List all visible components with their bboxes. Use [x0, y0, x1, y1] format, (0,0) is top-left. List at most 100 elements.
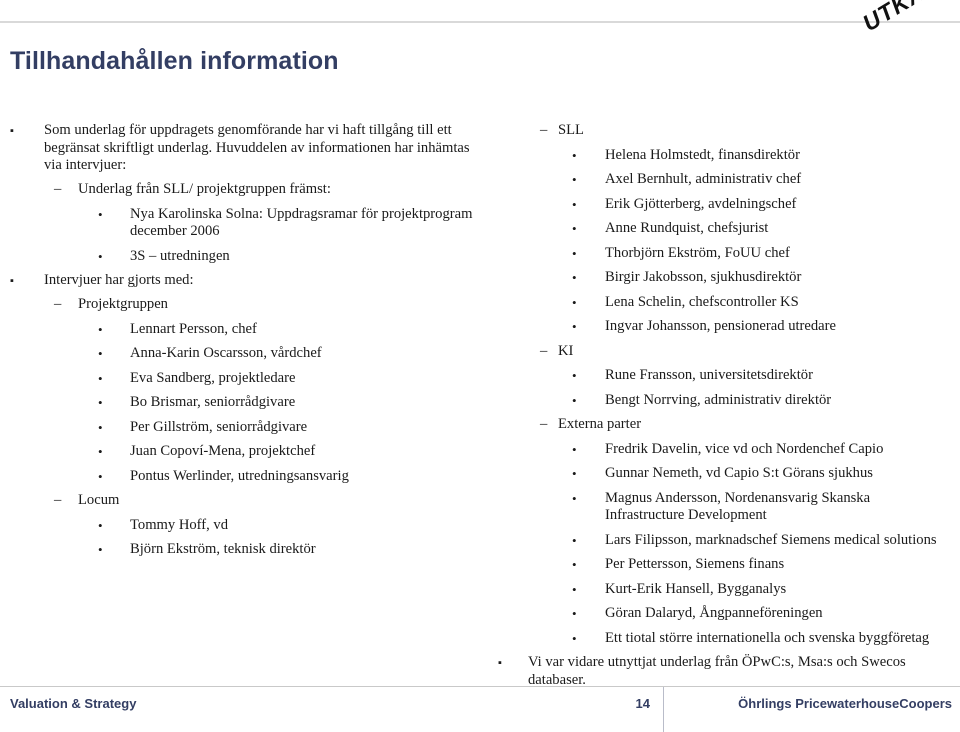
right-column-item-text: Bengt Norrving, administrativ direktör	[605, 391, 832, 408]
round-bullet-icon: •	[98, 321, 103, 337]
dash-bullet-icon: –	[540, 122, 548, 138]
left-column-item: – Locum	[10, 492, 480, 510]
right-column-item: ▪ Vi var vidare utnyttjat underlag från Ö…	[498, 654, 953, 689]
right-column-item: • Birgir Jakobsson, sjukhusdirektör	[498, 269, 953, 287]
right-column-item: – KI	[498, 343, 953, 361]
right-column-item: • Bengt Norrving, administrativ direktör	[498, 392, 953, 410]
round-bullet-icon: •	[572, 196, 577, 212]
right-column-item-text: Lena Schelin, chefscontroller KS	[605, 293, 799, 310]
left-column-item-text: Eva Sandberg, projektledare	[130, 369, 296, 386]
left-column-item: • Lennart Persson, chef	[10, 321, 480, 339]
right-column-item: • Göran Dalaryd, Ångpanneföreningen	[498, 605, 953, 623]
left-column-item-text: Underlag från SLL/ projektgruppen främst…	[78, 181, 331, 197]
dash-bullet-icon: –	[540, 342, 548, 359]
dash-bullet-icon: –	[540, 416, 548, 432]
left-column-item-text: Lennart Persson, chef	[130, 320, 257, 337]
right-column-item-text: Per Pettersson, Siemens finans	[605, 556, 785, 572]
left-column-item: • Tommy Hoff, vd	[10, 517, 480, 535]
draft-watermark: UTKAST	[848, 0, 958, 60]
left-column-item-text: 3S – utredningen	[130, 247, 230, 264]
left-column-item-text: Bo Brismar, seniorrådgivare	[130, 394, 296, 410]
draft-watermark-label: UTKAST	[858, 0, 957, 37]
left-column-item-text: Projektgruppen	[78, 296, 168, 312]
round-bullet-icon: •	[572, 270, 577, 285]
right-column-item: • Kurt-Erik Hansell, Bygganalys	[498, 581, 953, 599]
right-column-item: – SLL	[498, 122, 953, 140]
right-column-item-text: Anne Rundquist, chefsjurist	[605, 220, 769, 236]
right-column-item: • Rune Fransson, universitetsdirektör	[498, 367, 953, 385]
left-column-item: – Underlag från SLL/ projektgruppen främs…	[10, 181, 480, 199]
round-bullet-icon: •	[572, 557, 577, 572]
left-column-item-text: Anna-Karin Oscarsson, vårdchef	[130, 345, 322, 361]
footer-company-label: Öhrlings PricewaterhouseCoopers	[738, 696, 952, 711]
right-column-item: • Axel Bernhult, administrativ chef	[498, 171, 953, 189]
right-content-column: – SLL • Helena Holmstedt, finansdirektör • Ax…	[498, 122, 953, 696]
right-column-item-text: KI	[558, 342, 574, 359]
right-column-item-text: Ett tiotal större internationella och sv…	[605, 629, 930, 646]
left-content-column: ▪ Som underlag för uppdragets genomförand…	[10, 122, 480, 566]
square-bullet-icon: ▪	[10, 275, 14, 287]
left-column-item: • Nya Karolinska Solna: Uppdragsramar för…	[10, 206, 480, 241]
round-bullet-icon: •	[572, 392, 577, 408]
right-column-item-text: SLL	[558, 122, 584, 138]
left-column-item-text: Björn Ekström, teknisk direktör	[130, 541, 316, 557]
left-column-item: ▪ Intervjuer har gjorts med:	[10, 272, 480, 290]
right-column-item-text: Vi var vidare utnyttjat underlag från ÖP…	[528, 654, 906, 688]
right-column-item-text: Birgir Jakobsson, sjukhusdirektör	[605, 269, 802, 285]
left-column-item-text: Pontus Werlinder, utredningsansvarig	[130, 467, 349, 484]
page-footer: Valuation & Strategy 14 Öhrlings Pricewa…	[0, 687, 960, 732]
left-column-item-text: Tommy Hoff, vd	[130, 516, 229, 533]
round-bullet-icon: •	[98, 370, 103, 386]
right-column-item: • Ett tiotal större internationella och s…	[498, 630, 953, 648]
left-column-item-text: Locum	[78, 492, 120, 508]
round-bullet-icon: •	[572, 221, 577, 236]
right-column-item: • Anne Rundquist, chefsjurist	[498, 220, 953, 238]
left-column-item: • Bo Brismar, seniorrådgivare	[10, 394, 480, 412]
right-column-item: • Per Pettersson, Siemens finans	[498, 556, 953, 574]
round-bullet-icon: •	[572, 532, 577, 548]
left-column-item: ▪ Som underlag för uppdragets genomförand…	[10, 122, 480, 175]
left-column-item: • Juan Copoví-Mena, projektchef	[10, 443, 480, 461]
right-column-item-text: Göran Dalaryd, Ångpanneföreningen	[605, 605, 823, 621]
right-column-item: • Erik Gjötterberg, avdelningschef	[498, 196, 953, 214]
round-bullet-icon: •	[572, 319, 577, 334]
round-bullet-icon: •	[572, 466, 577, 481]
right-column-item: • Gunnar Nemeth, vd Capio S:t Görans sjuk…	[498, 465, 953, 483]
dash-bullet-icon: –	[54, 492, 62, 508]
left-column-item-text: Nya Karolinska Solna: Uppdragsramar för …	[130, 205, 473, 240]
square-bullet-icon: ▪	[10, 125, 14, 137]
right-column-item: • Magnus Andersson, Nordenansvarig Skansk…	[498, 490, 953, 525]
right-column-item-text: Ingvar Johansson, pensionerad utredare	[605, 318, 836, 334]
right-column-item-text: Erik Gjötterberg, avdelningschef	[605, 195, 797, 212]
square-bullet-icon: ▪	[498, 657, 502, 669]
left-column-item-text: Som underlag för uppdragets genomförande…	[44, 122, 470, 173]
right-column-item: • Lena Schelin, chefscontroller KS	[498, 294, 953, 312]
round-bullet-icon: •	[98, 419, 103, 435]
left-column-item: • Eva Sandberg, projektledare	[10, 370, 480, 388]
round-bullet-icon: •	[572, 368, 577, 383]
round-bullet-icon: •	[98, 517, 103, 533]
round-bullet-icon: •	[572, 606, 577, 621]
round-bullet-icon: •	[98, 248, 103, 264]
left-column-item: • Anna-Karin Oscarsson, vårdchef	[10, 345, 480, 363]
footer-page-number: 14	[635, 696, 650, 711]
round-bullet-icon: •	[572, 441, 577, 457]
slide-body: ▪ Som underlag för uppdragets genomförand…	[0, 122, 960, 688]
round-bullet-icon: •	[572, 630, 577, 646]
right-column-item: • Helena Holmstedt, finansdirektör	[498, 147, 953, 165]
footer-department-label: Valuation & Strategy	[10, 696, 137, 711]
round-bullet-icon: •	[572, 245, 577, 261]
right-column-item: – Externa parter	[498, 416, 953, 434]
round-bullet-icon: •	[572, 294, 577, 310]
right-column-item: • Ingvar Johansson, pensionerad utredare	[498, 318, 953, 336]
right-column-item: • Lars Filipsson, marknadschef Siemens me…	[498, 532, 953, 550]
left-column-item: • Björn Ekström, teknisk direktör	[10, 541, 480, 559]
left-column-item-text: Juan Copoví-Mena, projektchef	[130, 443, 316, 459]
left-column-item: – Projektgruppen	[10, 296, 480, 314]
left-column-item: • 3S – utredningen	[10, 248, 480, 266]
round-bullet-icon: •	[572, 581, 577, 597]
right-column-item-text: Fredrik Davelin, vice vd och Nordenchef …	[605, 440, 884, 457]
page-title: Tillhandahållen information	[10, 47, 339, 75]
round-bullet-icon: •	[98, 206, 103, 222]
round-bullet-icon: •	[98, 395, 103, 410]
